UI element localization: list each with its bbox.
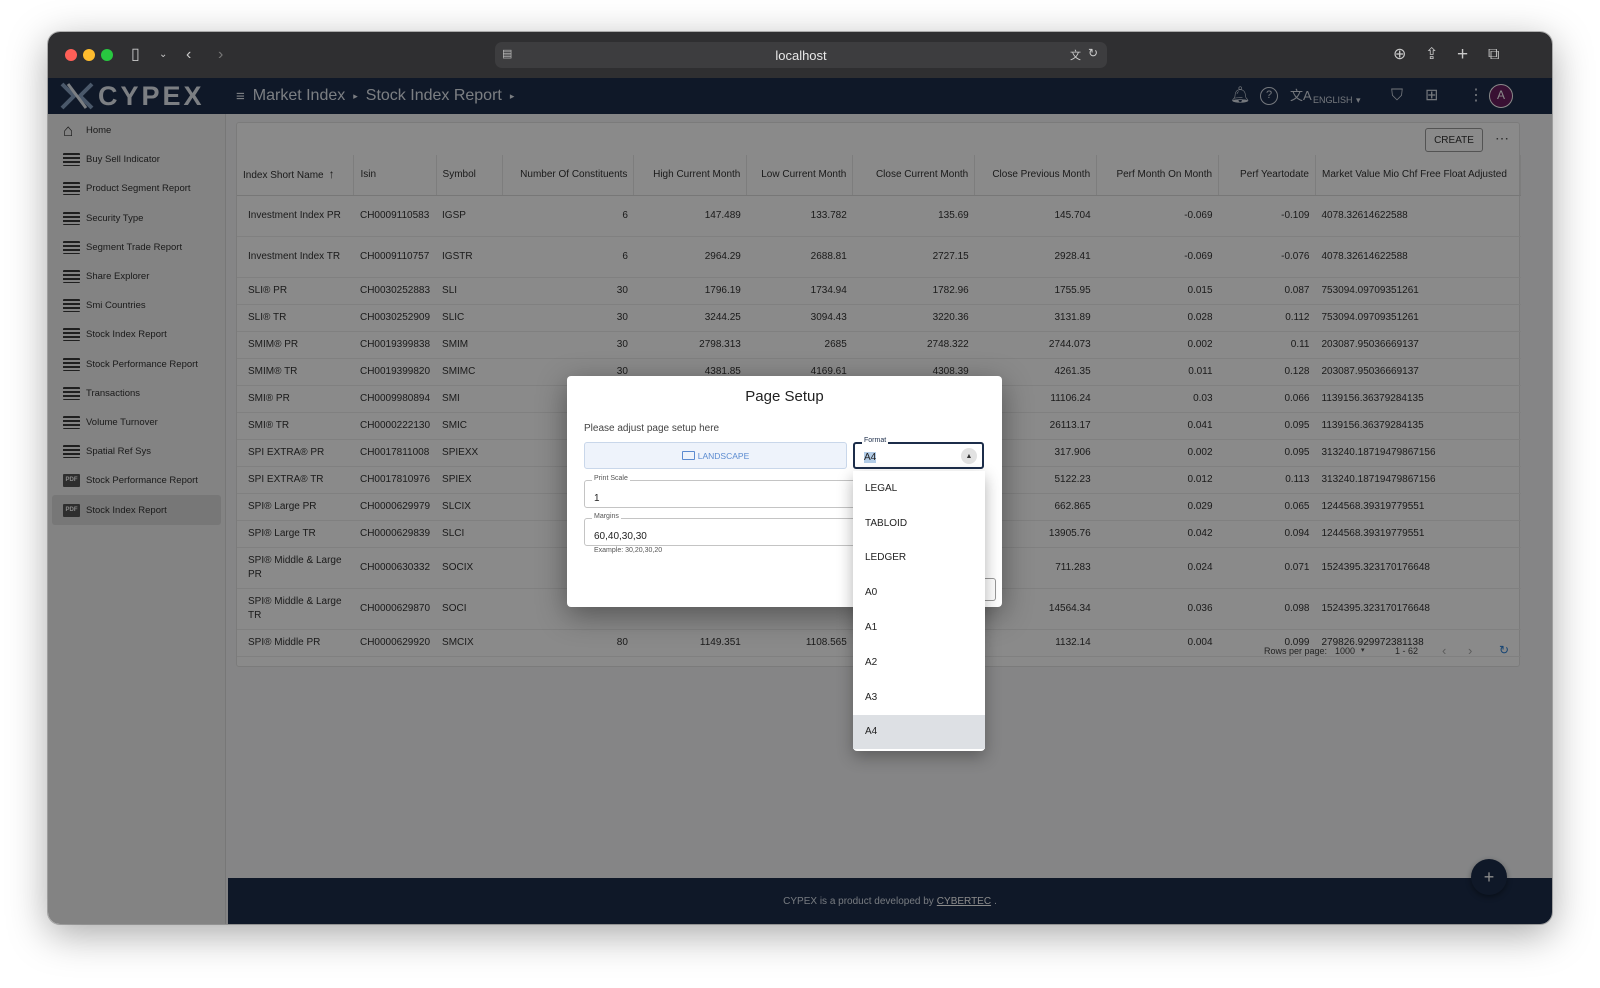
landscape-label: LANDSCAPE (697, 450, 750, 461)
format-option[interactable]: TABLOID (853, 506, 985, 541)
format-select[interactable]: Format A4 ▲ (853, 437, 984, 469)
margins-helper-text: Example: 30,20,30,20 (594, 547, 663, 554)
format-option[interactable]: LEGAL (853, 471, 985, 506)
dialog-title: Page Setup (745, 388, 824, 405)
print-scale-label: Print Scale (592, 475, 630, 482)
format-option[interactable]: A3 (853, 680, 985, 715)
url-text: localhost (775, 47, 827, 63)
download-icon[interactable]: ⊕ (1393, 45, 1406, 65)
format-dropdown-toggle-icon[interactable]: ▲ (961, 448, 977, 464)
translate-icon[interactable]: 文 (1070, 47, 1081, 63)
print-scale-field[interactable]: Print Scale 1 (584, 475, 864, 508)
chevron-down-icon[interactable]: ⌄ (159, 45, 167, 65)
print-scale-value: 1 (594, 493, 600, 504)
format-option[interactable]: LEDGER (853, 541, 985, 576)
new-tab-icon[interactable]: + (1457, 45, 1468, 65)
sidebar-toggle-icon[interactable]: ▯ (131, 45, 140, 65)
minimize-window-button[interactable] (83, 49, 95, 61)
address-bar[interactable]: ▤ localhost 文 ↻ (495, 42, 1107, 68)
page-info-icon[interactable]: ▤ (502, 47, 512, 60)
margins-field[interactable]: Margins 60,40,30,30 (584, 513, 864, 546)
forward-icon[interactable]: › (218, 45, 223, 65)
close-window-button[interactable] (65, 49, 77, 61)
back-icon[interactable]: ‹ (186, 45, 191, 65)
dialog-hint: Please adjust page setup here (584, 423, 720, 434)
dialog-action-button[interactable] (985, 578, 996, 601)
browser-titlebar: ▯ ⌄ ‹ › ▤ localhost 文 ↻ ⊕ ⇪ + ⧉ (48, 32, 1552, 78)
format-label: Format (862, 437, 889, 444)
browser-window: ▯ ⌄ ‹ › ▤ localhost 文 ↻ ⊕ ⇪ + ⧉ CYPEX ≡ … (48, 32, 1552, 924)
format-value: A4 (864, 452, 877, 463)
format-options-list: LEGAL TABLOID LEDGER A0 A1 A2 A3 A4 (853, 471, 985, 751)
margins-value: 60,40,30,30 (594, 531, 647, 542)
format-option[interactable]: A1 (853, 610, 985, 645)
format-option[interactable]: A0 (853, 575, 985, 610)
format-option[interactable]: A4 (853, 714, 985, 750)
landscape-icon (681, 451, 695, 460)
landscape-toggle-button[interactable]: LANDSCAPE (584, 442, 847, 469)
reload-icon[interactable]: ↻ (1088, 46, 1098, 60)
format-option[interactable]: A2 (853, 645, 985, 680)
share-icon[interactable]: ⇪ (1425, 45, 1438, 65)
margins-label: Margins (592, 513, 621, 520)
zoom-window-button[interactable] (101, 49, 113, 61)
tab-overview-icon[interactable]: ⧉ (1488, 45, 1499, 65)
